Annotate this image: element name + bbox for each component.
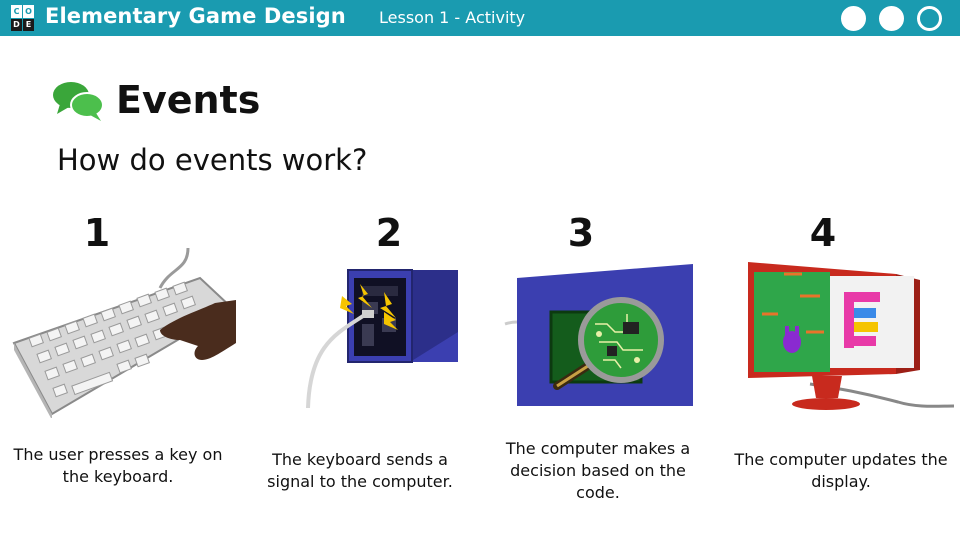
progress-dot-filled[interactable] (879, 6, 904, 31)
top-bar: C O D E Elementary Game Design Lesson 1 … (0, 0, 960, 36)
logo-letter: O (23, 5, 34, 18)
step-caption: The user presses a key on the keyboard. (13, 445, 223, 486)
step-caption: The computer makes a decision based on t… (505, 439, 691, 502)
logo-letter: E (23, 18, 34, 31)
progress-dots (841, 6, 942, 31)
slide-title: Events (116, 78, 261, 122)
course-title: Elementary Game Design (45, 4, 346, 28)
step-caption: The computer updates the display. (734, 450, 948, 491)
step-caption: The keyboard sends a signal to the compu… (267, 450, 453, 491)
code-logo-icon: C O D E (11, 5, 34, 31)
progress-dot-filled[interactable] (841, 6, 866, 31)
monitor-display-icon (748, 262, 954, 410)
logo-letter: C (11, 5, 22, 18)
question-text: How do events work? (57, 143, 368, 177)
lesson-label: Lesson 1 - Activity (379, 8, 526, 27)
computer-port-signal-icon (306, 269, 458, 409)
progress-dot-empty[interactable] (917, 6, 942, 31)
chat-bubbles-icon (53, 82, 104, 121)
circuit-magnifier-icon (504, 264, 693, 406)
logo-letter: D (11, 18, 22, 31)
step-number: 4 (809, 211, 837, 255)
keyboard-hand-icon (12, 248, 236, 418)
step-number: 3 (567, 211, 595, 255)
step-number: 2 (375, 211, 403, 255)
